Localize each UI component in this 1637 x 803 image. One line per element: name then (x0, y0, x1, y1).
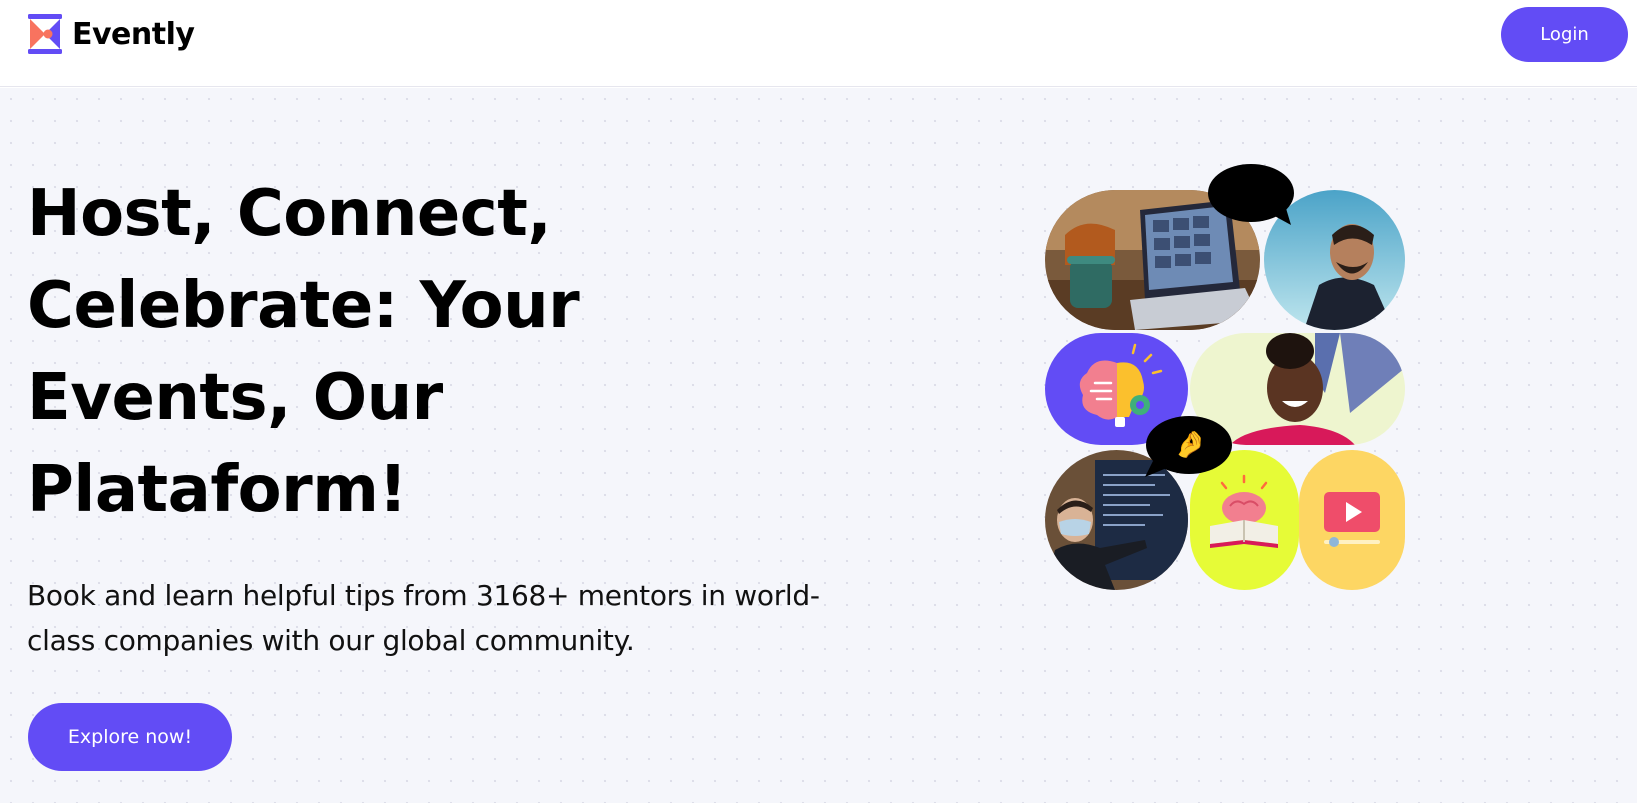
video-play-icon (1299, 450, 1405, 590)
hero-subtitle: Book and learn helpful tips from 3168+ m… (27, 579, 820, 657)
navbar: Evently Login (0, 0, 1637, 87)
brand-name: Evently (72, 16, 195, 52)
hero-collage: 😍 🤌 (1045, 163, 1415, 603)
heart-eyes-emoji: 😍 (1237, 178, 1265, 208)
emoji-speech-bubble-heart-eyes: 😍 (1207, 163, 1307, 227)
login-button[interactable]: Login (1501, 7, 1628, 62)
emoji-speech-bubble-pinched-fingers: 🤌 (1143, 415, 1235, 479)
evently-logo-icon (28, 14, 62, 54)
brand-logo[interactable]: Evently (28, 14, 195, 54)
hero-section: Host, Connect, Celebrate: Your Events, O… (0, 88, 1637, 803)
pinched-fingers-emoji: 🤌 (1174, 430, 1207, 460)
hero-title: Host, Connect, Celebrate: Your Events, O… (27, 177, 580, 527)
explore-now-button[interactable]: Explore now! (28, 703, 232, 771)
